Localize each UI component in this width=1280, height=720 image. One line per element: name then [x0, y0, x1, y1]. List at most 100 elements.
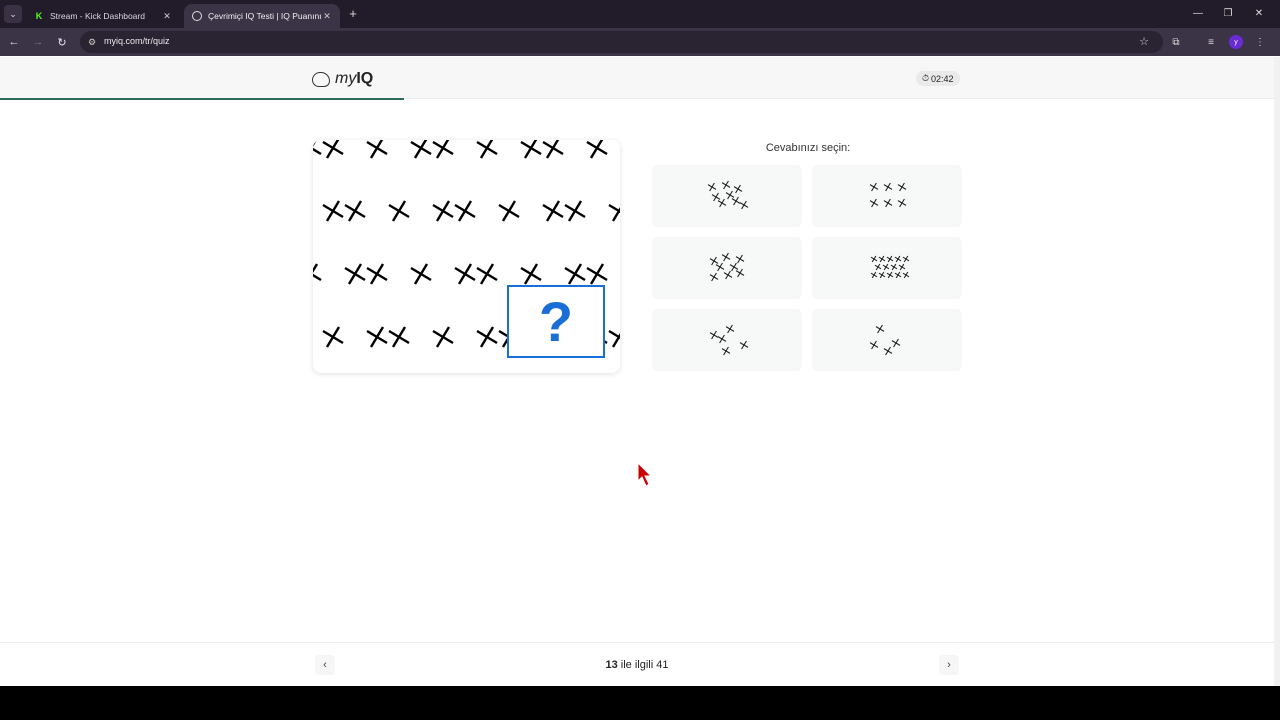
cross-mark — [739, 200, 749, 210]
cross-mark — [454, 200, 476, 222]
browser-window: ⌄ K Stream - Kick Dashboard ✕ Çevrimiçi … — [0, 0, 1280, 686]
browser-toolbar: ← → ↻ ⚙ myiq.com/tr/quiz ☆ ⧉ ≡ y ⋮ — [0, 28, 1280, 56]
bookmark-star-icon[interactable]: ☆ — [1139, 35, 1149, 48]
cross-mark — [721, 180, 731, 190]
cross-mark — [542, 140, 564, 159]
cross-mark — [869, 340, 879, 350]
cross-mark — [890, 263, 898, 271]
cross-mark — [410, 263, 432, 285]
address-bar[interactable]: ⚙ myiq.com/tr/quiz ☆ — [80, 31, 1163, 53]
answer-option-5[interactable] — [652, 309, 802, 371]
current-question: 13 — [605, 659, 618, 671]
forward-icon[interactable]: → — [30, 34, 46, 50]
back-icon[interactable]: ← — [6, 34, 22, 50]
cross-mark — [322, 200, 344, 222]
cross-mark — [902, 271, 910, 279]
cross-mark — [717, 198, 727, 208]
cross-mark — [883, 346, 893, 356]
missing-piece-box: ? — [507, 285, 605, 358]
cross-mark — [432, 200, 454, 222]
timer-value: 02:42 — [931, 73, 954, 84]
media-controls-icon[interactable]: ≡ — [1203, 34, 1219, 50]
cross-mark — [897, 198, 907, 208]
counter-separator: ile ilgili — [617, 659, 657, 671]
cross-mark — [709, 330, 719, 340]
cross-mark — [322, 326, 344, 348]
site-info-icon[interactable]: ⚙ — [86, 36, 98, 48]
cross-mark — [388, 200, 410, 222]
window-close-icon[interactable]: ✕ — [1251, 6, 1267, 20]
close-icon[interactable]: ✕ — [322, 11, 332, 22]
cross-mark — [883, 198, 893, 208]
answer-option-1[interactable] — [652, 165, 802, 227]
cross-mark — [476, 326, 498, 348]
cross-mark — [715, 262, 725, 272]
cross-mark — [476, 140, 498, 159]
profile-avatar[interactable]: y — [1229, 35, 1243, 49]
progress-bar — [0, 98, 404, 100]
cross-mark — [902, 255, 910, 263]
extensions-icon[interactable]: ⧉ — [1168, 34, 1184, 50]
cross-mark — [735, 268, 745, 278]
answer-option-3[interactable] — [652, 237, 802, 299]
tab-strip: ⌄ K Stream - Kick Dashboard ✕ Çevrimiçi … — [0, 0, 1280, 28]
cross-mark — [739, 340, 749, 350]
cross-mark — [322, 140, 344, 159]
cross-mark — [313, 263, 322, 282]
cross-mark — [735, 254, 745, 264]
tab-search-icon[interactable]: ⌄ — [4, 5, 22, 23]
cross-mark — [709, 272, 719, 282]
next-question-button[interactable]: › — [939, 655, 959, 675]
brain-icon — [312, 71, 330, 87]
cross-mark — [476, 263, 498, 285]
close-icon[interactable]: ✕ — [162, 11, 172, 22]
cross-mark — [891, 338, 901, 348]
quiz-footer: ‹ 13 ile ilgili 41 › — [0, 642, 1274, 686]
cross-mark — [725, 190, 735, 200]
kick-logo-icon: K — [35, 11, 43, 21]
tab-title: Çevrimiçi IQ Testi | IQ Puanınızı — [208, 11, 322, 21]
answer-option-2[interactable] — [812, 165, 962, 227]
minimize-icon[interactable]: — — [1190, 6, 1206, 20]
cross-mark — [886, 255, 894, 263]
question-pattern: ? — [313, 140, 620, 373]
cross-mark — [313, 140, 322, 156]
cross-mark — [894, 271, 902, 279]
answer-option-6[interactable] — [812, 309, 962, 371]
logo-my: my — [335, 70, 357, 87]
site-header: my IQ ⏱ 02:42 — [0, 57, 1274, 100]
cross-mark — [882, 263, 890, 271]
reload-icon[interactable]: ↻ — [54, 34, 70, 50]
menu-kebab-icon[interactable]: ⋮ — [1252, 34, 1268, 50]
cross-mark — [723, 270, 733, 280]
cross-mark — [454, 263, 476, 285]
tab-kick-dashboard[interactable]: K Stream - Kick Dashboard ✕ — [26, 4, 180, 28]
cross-mark — [564, 263, 586, 285]
cross-mark — [883, 182, 893, 192]
myiq-favicon-icon — [192, 11, 202, 21]
question-mark: ? — [538, 289, 574, 353]
tab-iq-test[interactable]: Çevrimiçi IQ Testi | IQ Puanınızı ✕ — [184, 4, 340, 28]
cross-mark — [432, 140, 454, 159]
url-text[interactable]: myiq.com/tr/quiz — [104, 36, 170, 46]
cross-mark — [520, 263, 542, 285]
question-counter: 13 ile ilgili 41 — [560, 659, 714, 671]
cross-mark — [586, 263, 608, 285]
new-tab-icon[interactable]: + — [346, 5, 360, 21]
cross-mark — [874, 263, 882, 271]
answers-title: Cevabınızı seçin: — [765, 142, 851, 154]
scrollbar[interactable] — [1274, 57, 1280, 686]
cross-mark — [721, 346, 731, 356]
answer-option-4[interactable] — [812, 237, 962, 299]
cross-mark — [388, 326, 410, 348]
cross-mark — [870, 271, 878, 279]
cross-mark — [725, 324, 735, 334]
cross-mark — [344, 263, 366, 285]
cross-mark — [564, 200, 586, 222]
site-logo[interactable]: my IQ — [312, 70, 373, 88]
tab-title: Stream - Kick Dashboard — [50, 11, 145, 21]
cross-mark — [586, 140, 608, 159]
previous-question-button[interactable]: ‹ — [315, 655, 335, 675]
restore-icon[interactable]: ❐ — [1220, 6, 1236, 20]
cross-mark — [498, 200, 520, 222]
